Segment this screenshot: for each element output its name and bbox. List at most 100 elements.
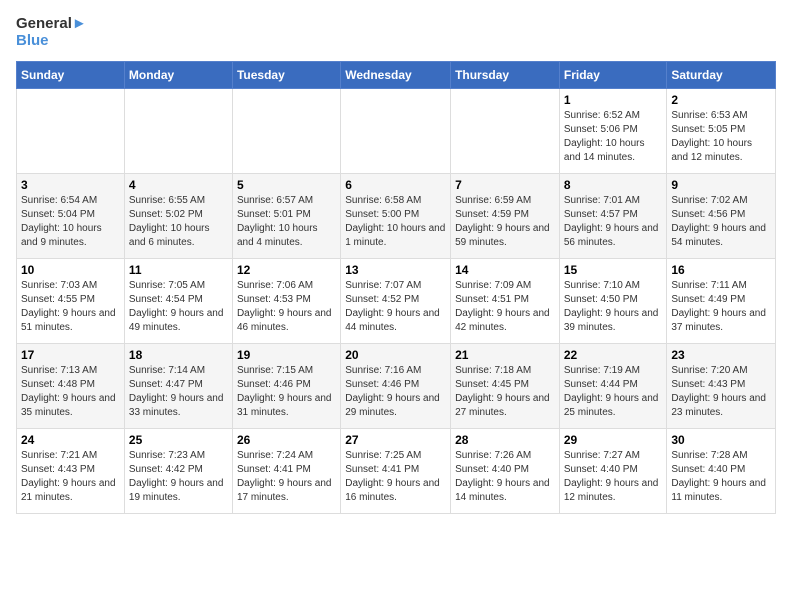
day-info: Sunrise: 7:25 AM Sunset: 4:41 PM Dayligh… xyxy=(345,449,446,505)
col-header-thursday: Thursday xyxy=(451,62,560,89)
calendar-table: SundayMondayTuesdayWednesdayThursdayFrid… xyxy=(16,61,776,514)
day-number: 11 xyxy=(129,263,228,277)
calendar-cell: 3 Sunrise: 6:54 AM Sunset: 5:04 PM Daylig… xyxy=(17,174,125,259)
day-number: 28 xyxy=(455,433,555,447)
calendar-cell: 5 Sunrise: 6:57 AM Sunset: 5:01 PM Daylig… xyxy=(232,174,340,259)
calendar-cell xyxy=(124,89,232,174)
day-number: 10 xyxy=(21,263,120,277)
calendar-cell: 27 Sunrise: 7:25 AM Sunset: 4:41 PM Dayli… xyxy=(341,429,451,514)
day-number: 20 xyxy=(345,348,446,362)
day-info: Sunrise: 7:05 AM Sunset: 4:54 PM Dayligh… xyxy=(129,279,228,335)
day-info: Sunrise: 7:15 AM Sunset: 4:46 PM Dayligh… xyxy=(237,364,336,420)
col-header-tuesday: Tuesday xyxy=(232,62,340,89)
day-number: 17 xyxy=(21,348,120,362)
calendar-cell xyxy=(232,89,340,174)
day-info: Sunrise: 6:57 AM Sunset: 5:01 PM Dayligh… xyxy=(237,194,336,250)
calendar-cell: 25 Sunrise: 7:23 AM Sunset: 4:42 PM Dayli… xyxy=(124,429,232,514)
day-number: 21 xyxy=(455,348,555,362)
day-info: Sunrise: 6:52 AM Sunset: 5:06 PM Dayligh… xyxy=(564,109,663,165)
day-number: 4 xyxy=(129,178,228,192)
calendar-cell: 8 Sunrise: 7:01 AM Sunset: 4:57 PM Daylig… xyxy=(559,174,667,259)
day-number: 16 xyxy=(671,263,771,277)
day-info: Sunrise: 6:58 AM Sunset: 5:00 PM Dayligh… xyxy=(345,194,446,250)
calendar-cell xyxy=(341,89,451,174)
day-info: Sunrise: 7:09 AM Sunset: 4:51 PM Dayligh… xyxy=(455,279,555,335)
day-number: 12 xyxy=(237,263,336,277)
day-info: Sunrise: 6:54 AM Sunset: 5:04 PM Dayligh… xyxy=(21,194,120,250)
day-info: Sunrise: 6:55 AM Sunset: 5:02 PM Dayligh… xyxy=(129,194,228,250)
day-info: Sunrise: 7:26 AM Sunset: 4:40 PM Dayligh… xyxy=(455,449,555,505)
day-info: Sunrise: 7:28 AM Sunset: 4:40 PM Dayligh… xyxy=(671,449,771,505)
calendar-cell: 1 Sunrise: 6:52 AM Sunset: 5:06 PM Daylig… xyxy=(559,89,667,174)
calendar-cell: 22 Sunrise: 7:19 AM Sunset: 4:44 PM Dayli… xyxy=(559,344,667,429)
day-info: Sunrise: 7:13 AM Sunset: 4:48 PM Dayligh… xyxy=(21,364,120,420)
calendar-cell: 2 Sunrise: 6:53 AM Sunset: 5:05 PM Daylig… xyxy=(667,89,776,174)
day-number: 6 xyxy=(345,178,446,192)
day-info: Sunrise: 6:53 AM Sunset: 5:05 PM Dayligh… xyxy=(671,109,771,165)
calendar-cell: 30 Sunrise: 7:28 AM Sunset: 4:40 PM Dayli… xyxy=(667,429,776,514)
day-info: Sunrise: 7:19 AM Sunset: 4:44 PM Dayligh… xyxy=(564,364,663,420)
day-number: 1 xyxy=(564,93,663,107)
day-info: Sunrise: 7:24 AM Sunset: 4:41 PM Dayligh… xyxy=(237,449,336,505)
day-info: Sunrise: 7:21 AM Sunset: 4:43 PM Dayligh… xyxy=(21,449,120,505)
calendar-cell: 20 Sunrise: 7:16 AM Sunset: 4:46 PM Dayli… xyxy=(341,344,451,429)
day-info: Sunrise: 7:01 AM Sunset: 4:57 PM Dayligh… xyxy=(564,194,663,250)
day-info: Sunrise: 7:14 AM Sunset: 4:47 PM Dayligh… xyxy=(129,364,228,420)
calendar-cell: 11 Sunrise: 7:05 AM Sunset: 4:54 PM Dayli… xyxy=(124,259,232,344)
day-info: Sunrise: 7:03 AM Sunset: 4:55 PM Dayligh… xyxy=(21,279,120,335)
day-number: 22 xyxy=(564,348,663,362)
day-number: 15 xyxy=(564,263,663,277)
day-number: 24 xyxy=(21,433,120,447)
calendar-cell: 4 Sunrise: 6:55 AM Sunset: 5:02 PM Daylig… xyxy=(124,174,232,259)
calendar-cell xyxy=(451,89,560,174)
calendar-cell: 19 Sunrise: 7:15 AM Sunset: 4:46 PM Dayli… xyxy=(232,344,340,429)
col-header-sunday: Sunday xyxy=(17,62,125,89)
calendar-cell: 26 Sunrise: 7:24 AM Sunset: 4:41 PM Dayli… xyxy=(232,429,340,514)
calendar-cell xyxy=(17,89,125,174)
col-header-saturday: Saturday xyxy=(667,62,776,89)
week-row-2: 3 Sunrise: 6:54 AM Sunset: 5:04 PM Daylig… xyxy=(17,174,776,259)
calendar-cell: 21 Sunrise: 7:18 AM Sunset: 4:45 PM Dayli… xyxy=(451,344,560,429)
calendar-header-row: SundayMondayTuesdayWednesdayThursdayFrid… xyxy=(17,62,776,89)
day-info: Sunrise: 7:16 AM Sunset: 4:46 PM Dayligh… xyxy=(345,364,446,420)
calendar-cell: 7Sunrise: 6:59 AM Sunset: 4:59 PM Daylig… xyxy=(451,174,560,259)
logo-graphic: General► Blue xyxy=(16,16,87,49)
day-number: 13 xyxy=(345,263,446,277)
day-number: 8 xyxy=(564,178,663,192)
day-number: 25 xyxy=(129,433,228,447)
col-header-friday: Friday xyxy=(559,62,667,89)
day-number: 18 xyxy=(129,348,228,362)
day-info: Sunrise: 7:02 AM Sunset: 4:56 PM Dayligh… xyxy=(671,194,771,250)
day-number: 23 xyxy=(671,348,771,362)
day-info: Sunrise: 7:18 AM Sunset: 4:45 PM Dayligh… xyxy=(455,364,555,420)
day-number: 29 xyxy=(564,433,663,447)
calendar-cell: 6 Sunrise: 6:58 AM Sunset: 5:00 PM Daylig… xyxy=(341,174,451,259)
week-row-5: 24 Sunrise: 7:21 AM Sunset: 4:43 PM Dayli… xyxy=(17,429,776,514)
day-number: 2 xyxy=(671,93,771,107)
day-number: 3 xyxy=(21,178,120,192)
week-row-4: 17 Sunrise: 7:13 AM Sunset: 4:48 PM Dayli… xyxy=(17,344,776,429)
day-info: Sunrise: 7:23 AM Sunset: 4:42 PM Dayligh… xyxy=(129,449,228,505)
calendar-cell: 28 Sunrise: 7:26 AM Sunset: 4:40 PM Dayli… xyxy=(451,429,560,514)
week-row-3: 10 Sunrise: 7:03 AM Sunset: 4:55 PM Dayli… xyxy=(17,259,776,344)
calendar-cell: 17 Sunrise: 7:13 AM Sunset: 4:48 PM Dayli… xyxy=(17,344,125,429)
day-number: 26 xyxy=(237,433,336,447)
day-number: 14 xyxy=(455,263,555,277)
calendar-cell: 16Sunrise: 7:11 AM Sunset: 4:49 PM Dayli… xyxy=(667,259,776,344)
calendar-cell: 9Sunrise: 7:02 AM Sunset: 4:56 PM Daylig… xyxy=(667,174,776,259)
day-info: Sunrise: 7:10 AM Sunset: 4:50 PM Dayligh… xyxy=(564,279,663,335)
col-header-wednesday: Wednesday xyxy=(341,62,451,89)
col-header-monday: Monday xyxy=(124,62,232,89)
day-info: Sunrise: 7:27 AM Sunset: 4:40 PM Dayligh… xyxy=(564,449,663,505)
day-number: 5 xyxy=(237,178,336,192)
calendar-cell: 13Sunrise: 7:07 AM Sunset: 4:52 PM Dayli… xyxy=(341,259,451,344)
day-number: 30 xyxy=(671,433,771,447)
day-number: 27 xyxy=(345,433,446,447)
calendar-cell: 15 Sunrise: 7:10 AM Sunset: 4:50 PM Dayli… xyxy=(559,259,667,344)
page-header: General► Blue xyxy=(16,16,776,49)
calendar-cell: 23Sunrise: 7:20 AM Sunset: 4:43 PM Dayli… xyxy=(667,344,776,429)
day-number: 7 xyxy=(455,178,555,192)
calendar-cell: 12Sunrise: 7:06 AM Sunset: 4:53 PM Dayli… xyxy=(232,259,340,344)
calendar-cell: 10 Sunrise: 7:03 AM Sunset: 4:55 PM Dayli… xyxy=(17,259,125,344)
day-number: 19 xyxy=(237,348,336,362)
